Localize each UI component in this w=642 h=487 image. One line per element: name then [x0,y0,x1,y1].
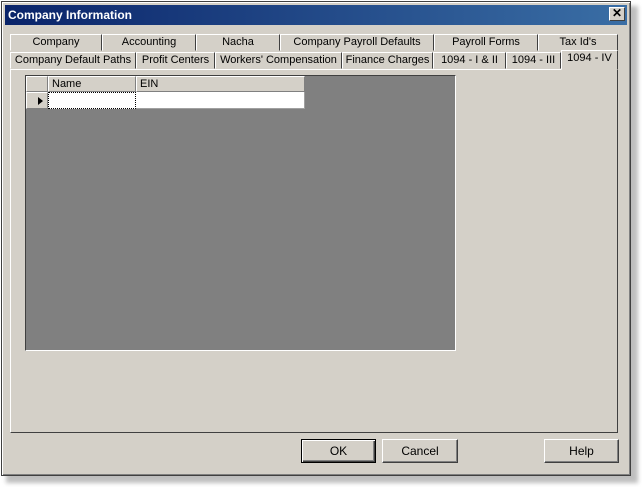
close-icon: ✕ [611,6,623,20]
row-selector[interactable] [26,92,48,109]
tab-company-payroll-defaults[interactable]: Company Payroll Defaults [280,34,434,51]
tab-payroll-forms[interactable]: Payroll Forms [434,34,538,51]
tab-company-default-paths[interactable]: Company Default Paths [10,52,136,69]
cancel-button[interactable]: Cancel [382,439,458,463]
tab-company[interactable]: Company [10,34,102,51]
column-header-name[interactable]: Name [48,76,136,92]
data-grid[interactable]: Name EIN [25,75,456,351]
grid-header: Name EIN [26,76,305,92]
tab-1094-iii[interactable]: 1094 - III [506,52,561,69]
window-title: Company Information [8,8,133,22]
tab-nacha[interactable]: Nacha [196,34,280,51]
help-button[interactable]: Help [544,439,619,463]
title-bar: Company Information ✕ [5,5,627,25]
tab-profit-centers[interactable]: Profit Centers [136,52,215,69]
table-row [26,92,305,109]
ok-button[interactable]: OK [301,439,376,463]
grid-corner [26,76,48,92]
tab-workers-compensation[interactable]: Workers' Compensation [215,52,342,69]
column-header-ein[interactable]: EIN [136,76,305,92]
tab-accounting[interactable]: Accounting [102,34,196,51]
tab-finance-charges[interactable]: Finance Charges [342,52,433,69]
current-row-arrow-icon [38,97,43,105]
tab-1094-i-ii[interactable]: 1094 - I & II [433,52,506,69]
tab-tax-ids[interactable]: Tax Id's [538,34,618,51]
close-button[interactable]: ✕ [609,7,625,21]
cell-name[interactable] [48,92,136,109]
tab-1094-iv[interactable]: 1094 - IV [561,50,618,70]
cell-ein[interactable] [136,92,305,109]
